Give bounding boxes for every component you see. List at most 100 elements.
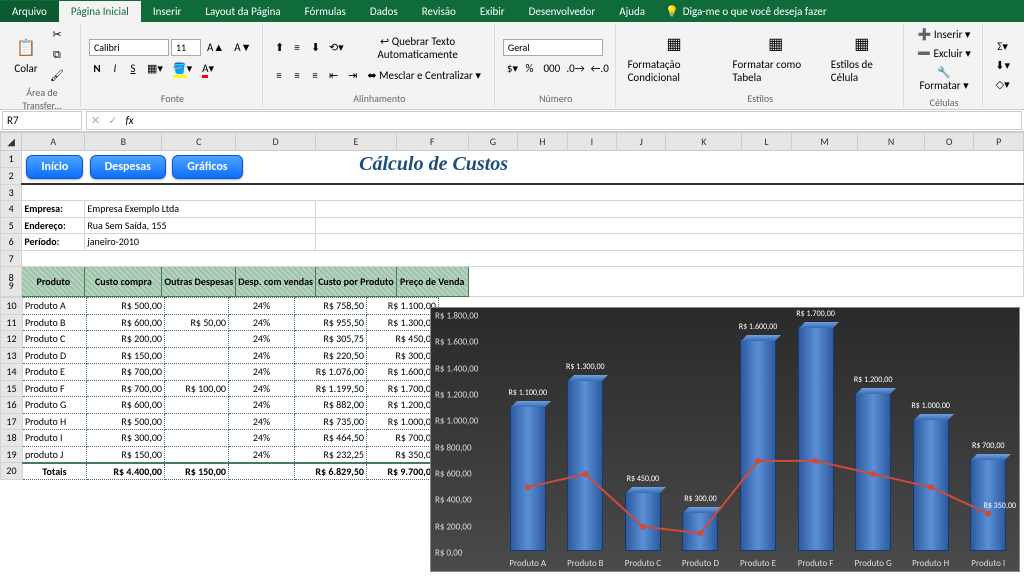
wrap-text-button[interactable]: ↩ Quebrar Texto Automaticamente — [347, 33, 488, 63]
tell-me[interactable]: 💡Diga-me o que você deseja fazer — [657, 1, 835, 22]
cell-custopp[interactable]: R$ 1.076,00 — [295, 364, 367, 381]
nav-graficos-button[interactable]: Gráficos — [172, 155, 242, 179]
cell-custopp[interactable]: R$ 232,25 — [295, 446, 367, 463]
cell-desp[interactable]: 24% — [229, 331, 295, 348]
col-header[interactable]: B — [85, 133, 162, 151]
cell-desp[interactable]: 24% — [229, 430, 295, 447]
currency-button[interactable]: $▾ — [503, 60, 520, 77]
tab-home[interactable]: Página Inicial — [59, 1, 141, 22]
row-header[interactable]: 1 — [1, 151, 22, 168]
cell-outras[interactable] — [165, 331, 229, 348]
fx-icon[interactable]: fx — [125, 114, 133, 127]
italic-button[interactable]: I — [107, 60, 123, 77]
enter-icon[interactable]: ✓ — [108, 114, 117, 127]
cell-desp[interactable]: 24% — [229, 397, 295, 414]
cell-styles-button[interactable]: ▦Estilos de Célula — [827, 28, 897, 88]
cell-custo[interactable]: R$ 300,00 — [87, 430, 165, 447]
tab-formulas[interactable]: Fórmulas — [293, 1, 358, 22]
autosum-button[interactable]: Σ▾ — [991, 38, 1014, 55]
number-format-select[interactable]: Geral — [503, 39, 603, 56]
chart-bar[interactable] — [567, 380, 603, 551]
col-header[interactable]: P — [974, 133, 1024, 151]
row-header[interactable]: 14 — [1, 364, 23, 381]
row-header[interactable]: 10 — [1, 298, 23, 315]
row-header[interactable]: 16 — [1, 397, 23, 414]
row-header[interactable]: 19 — [1, 446, 23, 463]
format-painter-button[interactable]: 🖌 — [46, 67, 68, 84]
cell-produto[interactable]: produto J — [23, 446, 87, 463]
cell-desp[interactable]: 24% — [229, 413, 295, 430]
col-header[interactable]: A — [22, 133, 85, 151]
th-custopp[interactable]: Custo por Produto — [316, 267, 397, 297]
copy-button[interactable]: ⧉ — [46, 46, 68, 64]
row-header[interactable]: 12 — [1, 331, 23, 348]
cell-produto[interactable]: Produto B — [23, 314, 87, 331]
indent-inc-button[interactable]: ⇥ — [344, 67, 361, 84]
clear-button[interactable]: ◇▾ — [991, 76, 1014, 93]
col-header[interactable]: F — [396, 133, 468, 151]
percent-button[interactable]: % — [521, 60, 537, 77]
cell-custopp[interactable]: R$ 1.199,50 — [295, 380, 367, 397]
paste-button[interactable]: 📋Colar — [10, 32, 42, 79]
cell-outras[interactable] — [165, 430, 229, 447]
cell-desp[interactable]: 24% — [229, 380, 295, 397]
tab-insert[interactable]: Inserir — [141, 1, 194, 22]
col-header[interactable]: D — [236, 133, 316, 151]
th-produto[interactable]: Produto — [22, 267, 85, 297]
col-header[interactable]: J — [616, 133, 665, 151]
row-header[interactable]: 11 — [1, 314, 23, 331]
col-header[interactable]: K — [666, 133, 742, 151]
col-header[interactable]: C — [162, 133, 236, 151]
cell-produto[interactable]: Produto D — [23, 347, 87, 364]
cell-custo[interactable]: R$ 700,00 — [87, 364, 165, 381]
tab-review[interactable]: Revisão — [410, 1, 468, 22]
cell-custopp[interactable]: R$ 305,75 — [295, 331, 367, 348]
cell-custopp[interactable]: R$ 735,00 — [295, 413, 367, 430]
cell-outras[interactable] — [165, 413, 229, 430]
name-box[interactable]: R7 — [2, 111, 82, 130]
tab-view[interactable]: Exibir — [468, 1, 517, 22]
cell-custo[interactable]: R$ 500,00 — [87, 298, 165, 315]
cell-desp[interactable]: 24% — [229, 364, 295, 381]
cell-custo[interactable]: R$ 600,00 — [87, 397, 165, 414]
cell-custopp[interactable]: R$ 882,00 — [295, 397, 367, 414]
chart-bar[interactable] — [740, 340, 776, 551]
col-header[interactable]: I — [567, 133, 616, 151]
insert-cells-button[interactable]: ➕ Inserir ▾ — [912, 26, 976, 43]
cell-produto[interactable]: Produto C — [23, 331, 87, 348]
cell-outras[interactable] — [165, 364, 229, 381]
increase-font-button[interactable]: A▲ — [203, 39, 228, 56]
formula-bar[interactable]: ✕ ✓ fx — [86, 111, 1022, 130]
align-right-button[interactable]: ≡ — [307, 67, 323, 84]
cell-produto[interactable]: Produto G — [23, 397, 87, 414]
cell-produto[interactable]: Produto E — [23, 364, 87, 381]
tab-data[interactable]: Dados — [358, 1, 410, 22]
chart-bar[interactable] — [625, 492, 661, 551]
cell-outras[interactable]: R$ 50,00 — [165, 314, 229, 331]
col-header[interactable]: L — [742, 133, 791, 151]
th-preco[interactable]: Preço de Venda — [396, 267, 468, 297]
col-header[interactable]: G — [468, 133, 518, 151]
comma-button[interactable]: 000 — [539, 60, 560, 77]
fill-color-button[interactable]: 🪣▾ — [169, 60, 196, 77]
chart-bar[interactable] — [510, 406, 546, 551]
cell-total[interactable]: Totais — [23, 463, 87, 480]
cell-preco[interactable]: R$ 450,00 — [367, 331, 439, 348]
cancel-icon[interactable]: ✕ — [91, 114, 100, 127]
cell-produto[interactable]: Produto F — [23, 380, 87, 397]
cell-produto[interactable]: Produto H — [23, 413, 87, 430]
row-header[interactable]: 5 — [1, 217, 22, 234]
align-bottom-button[interactable]: ⬇ — [307, 39, 323, 56]
cell-total[interactable]: R$ 150,00 — [165, 463, 229, 480]
value-endereco[interactable]: Rua Sem Saída, 155 — [85, 217, 316, 234]
nav-inicio-button[interactable]: Início — [26, 155, 83, 179]
row-header[interactable]: 15 — [1, 380, 23, 397]
font-size-select[interactable]: 11 — [171, 39, 201, 56]
inc-decimal-button[interactable]: .0→ — [562, 60, 584, 77]
row-header[interactable]: 3 — [1, 184, 22, 201]
font-name-select[interactable]: Calibri — [89, 39, 169, 56]
cell-preco[interactable]: R$ 1.300,00 — [367, 314, 439, 331]
cell-preco[interactable]: R$ 350,00 — [367, 446, 439, 463]
col-header[interactable]: H — [518, 133, 568, 151]
chart-bar[interactable] — [913, 419, 949, 551]
